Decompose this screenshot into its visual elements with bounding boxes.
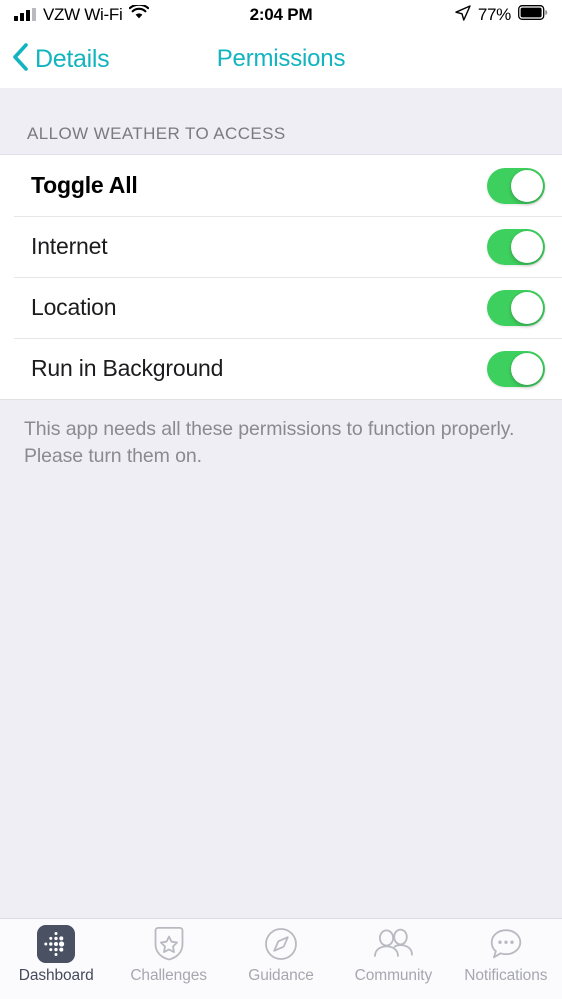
settings-content: ALLOW WEATHER TO ACCESS Toggle All Inter… [0, 88, 562, 918]
section-header: ALLOW WEATHER TO ACCESS [0, 88, 562, 154]
permission-label-internet: Internet [31, 233, 487, 260]
tab-label-guidance: Guidance [248, 967, 314, 985]
chat-bubble-icon [487, 925, 525, 963]
tab-challenges[interactable]: Challenges [112, 925, 224, 985]
fitbit-dots-icon [37, 925, 75, 963]
tab-dashboard[interactable]: Dashboard [0, 925, 112, 985]
shield-star-icon [151, 925, 187, 963]
tab-label-community: Community [355, 967, 432, 985]
status-bar-left: VZW Wi-Fi [14, 5, 149, 25]
run-in-background-switch[interactable] [487, 351, 545, 387]
tab-community[interactable]: Community [337, 925, 449, 985]
internet-switch[interactable] [487, 229, 545, 265]
switch-knob [511, 231, 543, 263]
location-switch[interactable] [487, 290, 545, 326]
switch-knob [511, 353, 543, 385]
carrier-label: VZW Wi-Fi [43, 5, 122, 25]
tab-notifications[interactable]: Notifications [450, 925, 562, 985]
back-button-label: Details [35, 45, 109, 74]
switch-knob [511, 170, 543, 202]
table-row[interactable]: Toggle All [0, 155, 562, 216]
table-row[interactable]: Run in Background [0, 338, 562, 399]
permission-label-run-in-background: Run in Background [31, 355, 487, 382]
table-row[interactable]: Internet [0, 216, 562, 277]
table-row[interactable]: Location [0, 277, 562, 338]
navigation-bar: Details Permissions [0, 30, 562, 88]
compass-icon [262, 925, 300, 963]
tab-guidance[interactable]: Guidance [225, 925, 337, 985]
toggle-all-switch[interactable] [487, 168, 545, 204]
status-bar-right: 77% [455, 5, 548, 26]
cellular-signal-icon [14, 9, 36, 21]
phone-screen: VZW Wi-Fi 2:04 PM 77% [0, 0, 562, 999]
chevron-left-icon [12, 43, 29, 76]
tab-label-notifications: Notifications [464, 967, 547, 985]
status-bar: VZW Wi-Fi 2:04 PM 77% [0, 0, 562, 30]
tab-label-dashboard: Dashboard [19, 967, 94, 985]
tab-label-challenges: Challenges [130, 967, 207, 985]
people-icon [370, 925, 416, 963]
battery-icon [518, 5, 548, 25]
wifi-icon [129, 5, 149, 25]
back-button[interactable]: Details [12, 43, 109, 76]
switch-knob [511, 292, 543, 324]
location-arrow-icon [455, 5, 471, 26]
permissions-table: Toggle All Internet Location Run in Back… [0, 154, 562, 400]
tab-bar: Dashboard Challenges Guidance [0, 918, 562, 999]
permission-label-location: Location [31, 294, 487, 321]
permission-label-toggle-all: Toggle All [31, 172, 487, 199]
content-spacer [0, 470, 562, 918]
section-footnote: This app needs all these permissions to … [0, 400, 562, 470]
battery-percent-label: 77% [478, 5, 511, 25]
